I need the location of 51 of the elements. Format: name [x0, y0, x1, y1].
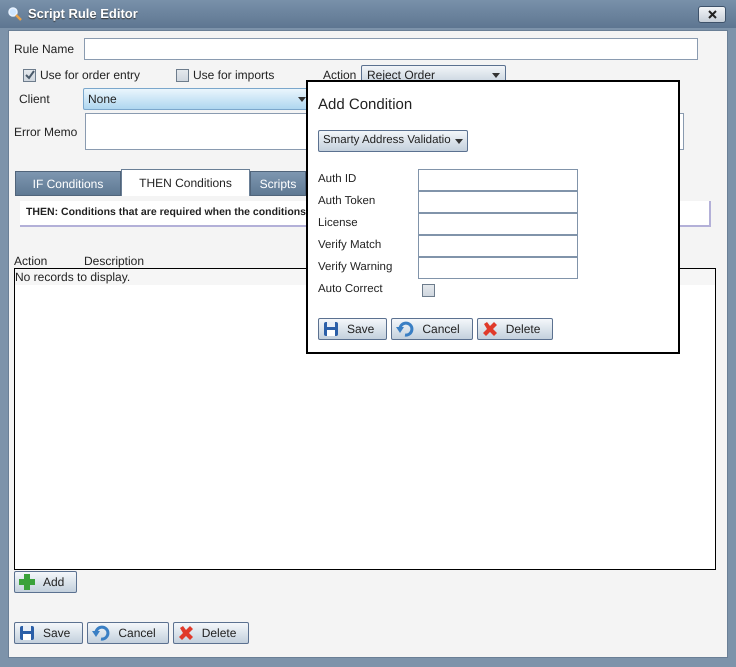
- tab[interactable]: THEN Conditions: [121, 169, 250, 196]
- column-header: Description: [84, 253, 144, 268]
- field-label: Rule Name: [14, 41, 76, 58]
- instruction-text: THEN: Conditions that are required when the conditions: [26, 205, 306, 220]
- checkbox[interactable]: [23, 68, 36, 82]
- close-button[interactable]: [698, 6, 726, 22]
- cancel-button[interactable]: Cancel: [87, 622, 169, 644]
- empty-message: No records to display.: [15, 269, 130, 286]
- floppy-icon: [323, 321, 339, 337]
- field-label: Auth ID: [318, 172, 358, 188]
- caret-icon: [492, 72, 500, 78]
- window-title: Script Rule Editor: [28, 5, 138, 24]
- field-label: Action: [323, 67, 358, 84]
- input-field[interactable]: [418, 191, 578, 213]
- input-field[interactable]: [418, 169, 578, 191]
- field-label: Verify Warning: [318, 260, 394, 276]
- caret-icon: [298, 96, 306, 102]
- column-header: Action: [14, 253, 48, 268]
- input-field[interactable]: [418, 235, 578, 257]
- dialog-title: Add Condition: [318, 95, 412, 114]
- checkbox-label: Use for imports: [193, 67, 274, 84]
- search-icon: [8, 7, 22, 21]
- field-label: License: [318, 216, 359, 232]
- tab[interactable]: Scripts: [250, 171, 306, 196]
- checkbox[interactable]: [422, 284, 435, 296]
- x-mark-icon: [482, 321, 498, 337]
- delete-button[interactable]: Delete: [476, 318, 554, 340]
- checkbox[interactable]: [176, 68, 189, 82]
- field-label: Client: [18, 91, 51, 108]
- field-label: Auto Correct: [318, 282, 384, 298]
- close-icon: [708, 10, 716, 18]
- save-button[interactable]: Save: [318, 318, 388, 340]
- input-field[interactable]: [418, 257, 578, 279]
- undo-arrow-icon: [92, 625, 110, 641]
- cancel-button[interactable]: Cancel: [391, 318, 473, 340]
- checkbox-label: Use for order entry: [40, 67, 140, 84]
- floppy-icon: [19, 625, 35, 641]
- delete-button[interactable]: Delete: [172, 622, 250, 644]
- condition-type-dropdown[interactable]: Smarty Address Validatio: [318, 130, 468, 152]
- undo-arrow-icon: [396, 321, 414, 337]
- field-label: Error Memo: [14, 124, 78, 140]
- x-mark-icon: [178, 625, 194, 641]
- add-button[interactable]: Add: [14, 571, 78, 593]
- field-label: Auth Token: [318, 194, 376, 210]
- field-label: Verify Match: [318, 238, 382, 254]
- input-field[interactable]: [418, 213, 578, 235]
- plus-icon: [19, 574, 35, 590]
- save-button[interactable]: Save: [14, 622, 84, 644]
- rule-name-field[interactable]: [84, 38, 698, 60]
- tab[interactable]: IF Conditions: [15, 171, 121, 196]
- caret-icon: [454, 138, 463, 144]
